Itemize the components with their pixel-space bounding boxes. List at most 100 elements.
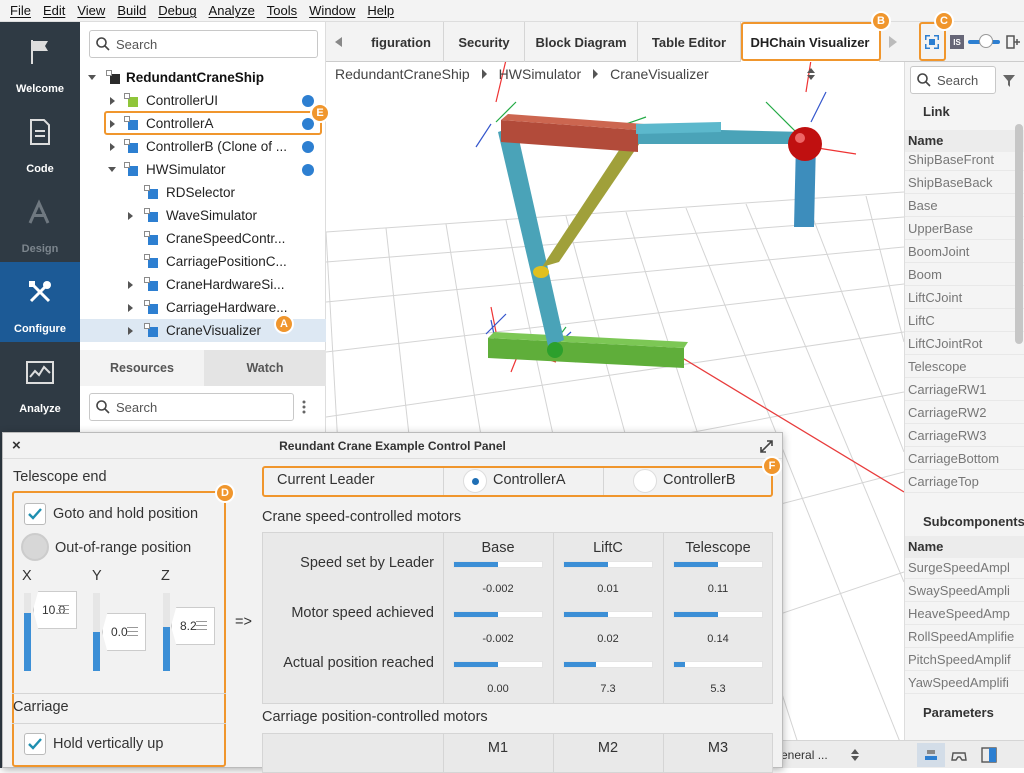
link-row[interactable]: UpperBase — [905, 217, 1024, 240]
subcomponents-section-header[interactable]: Subcomponents — [905, 514, 1024, 529]
link-row[interactable]: LiftCJoint — [905, 286, 1024, 309]
control-panel-title-text: Reundant Crane Example Control Panel — [279, 438, 506, 453]
z-slider[interactable] — [163, 593, 170, 671]
status-bar: eneral ... — [781, 740, 1024, 768]
tree-item-rdselector[interactable]: RDSelector — [80, 181, 326, 204]
filter-icon[interactable] — [1003, 75, 1015, 87]
subcomponent-row[interactable]: SwaySpeedAmpli — [905, 579, 1024, 602]
link-row[interactable]: Boom — [905, 263, 1024, 286]
tree-item-hwsimulator[interactable]: HWSimulator — [80, 158, 326, 181]
split-view-icon[interactable] — [1006, 35, 1020, 49]
subcomponent-row[interactable]: YawSpeedAmplifi — [905, 671, 1024, 694]
tree-item-controllerb[interactable]: ControllerB (Clone of ... — [80, 135, 326, 158]
is-toggle-icon[interactable]: IS — [950, 35, 964, 49]
z-value-box[interactable]: 8.2 — [171, 607, 215, 645]
breadcrumb-item[interactable]: CraneVisualizer — [610, 66, 709, 82]
tree-root[interactable]: RedundantCraneShip — [80, 66, 326, 89]
tab-watch[interactable]: Watch — [204, 350, 326, 386]
hold-vertical-checkbox[interactable] — [24, 733, 46, 755]
link-row[interactable]: ShipBaseBack — [905, 171, 1024, 194]
subcomponent-row[interactable]: RollSpeedAmplifie — [905, 625, 1024, 648]
nav-configure[interactable]: Configure — [0, 262, 80, 342]
leader-radio-controllera[interactable] — [463, 469, 487, 493]
menu-build[interactable]: Build — [117, 3, 146, 18]
chevron-right-icon[interactable] — [889, 36, 897, 48]
panel-layout-icon[interactable] — [981, 747, 997, 763]
subcomponent-row[interactable]: HeaveSpeedAmp — [905, 602, 1024, 625]
chevron-right-icon[interactable] — [128, 304, 133, 312]
dropdown-arrows-icon[interactable] — [851, 749, 859, 761]
subcomponent-row[interactable]: PitchSpeedAmplif — [905, 648, 1024, 671]
nav-analyze[interactable]: Analyze — [0, 342, 80, 422]
chevron-right-icon[interactable] — [128, 327, 133, 335]
value-bar — [673, 611, 763, 618]
chevron-down-icon[interactable] — [88, 75, 96, 80]
tab-block-diagram[interactable]: Block Diagram — [525, 22, 638, 62]
layout-toggle-button[interactable] — [917, 743, 945, 767]
x-slider[interactable] — [24, 593, 31, 671]
menu-window[interactable]: Window — [309, 3, 355, 18]
chevron-right-icon[interactable] — [128, 281, 133, 289]
link-row[interactable]: BoomJoint — [905, 240, 1024, 263]
chevron-right-icon[interactable] — [128, 212, 133, 220]
goto-hold-label: Goto and hold position — [53, 506, 199, 522]
y-slider[interactable] — [93, 593, 100, 671]
menu-debug[interactable]: Debug — [158, 3, 196, 18]
tree-item-cranehardwaresi[interactable]: CraneHardwareSi... — [80, 273, 326, 296]
tree-item-carriagepositionc[interactable]: CarriagePositionC... — [80, 250, 326, 273]
parameters-section-header[interactable]: Parameters — [905, 705, 1024, 720]
tab-resources[interactable]: Resources — [80, 350, 204, 386]
gamepad-icon[interactable] — [951, 747, 967, 763]
tree-item-controllerui[interactable]: ControllerUI — [80, 89, 326, 112]
value-bar — [563, 561, 653, 568]
link-row[interactable]: Telescope — [905, 355, 1024, 378]
tab-configuration[interactable]: figuration — [352, 22, 444, 62]
link-row[interactable]: CarriageBottom — [905, 447, 1024, 470]
y-value-box[interactable]: 0.0 — [102, 613, 146, 651]
link-row[interactable]: LiftCJointRot — [905, 332, 1024, 355]
link-row[interactable]: CarriageRW1 — [905, 378, 1024, 401]
expand-icon[interactable] — [760, 440, 773, 453]
link-row[interactable]: Base — [905, 194, 1024, 217]
link-row[interactable]: LiftC — [905, 309, 1024, 332]
breadcrumb-dropdown-icon[interactable] — [807, 68, 815, 80]
close-icon[interactable]: × — [12, 437, 21, 454]
link-row[interactable]: CarriageTop — [905, 470, 1024, 493]
nav-welcome[interactable]: Welcome — [0, 22, 80, 102]
menu-help[interactable]: Help — [367, 3, 394, 18]
menu-view[interactable]: View — [77, 3, 105, 18]
breadcrumb-item[interactable]: RedundantCraneShip — [335, 66, 470, 82]
chevron-right-icon[interactable] — [110, 97, 115, 105]
leader-radio-controllerb[interactable] — [633, 469, 657, 493]
link-row[interactable]: ShipBaseFront — [905, 148, 1024, 171]
link-row[interactable]: CarriageRW3 — [905, 424, 1024, 447]
properties-search-input[interactable]: Search — [910, 66, 996, 94]
menu-edit[interactable]: Edit — [43, 3, 65, 18]
nav-design[interactable]: Design — [0, 182, 80, 262]
menu-file[interactable]: File — [10, 3, 31, 18]
link-row[interactable]: CarriageRW2 — [905, 401, 1024, 424]
more-vertical-icon[interactable] — [302, 400, 306, 414]
tab-scroll-left-button[interactable] — [326, 22, 352, 62]
out-of-range-radio[interactable] — [21, 533, 49, 561]
nav-configure-label: Configure — [14, 323, 66, 335]
tab-table-editor[interactable]: Table Editor — [638, 22, 741, 62]
chevron-right-icon[interactable] — [110, 143, 115, 151]
tree-item-wavesimulator[interactable]: WaveSimulator — [80, 204, 326, 227]
x-value-box[interactable]: 10.0 — [33, 591, 77, 629]
goto-hold-checkbox[interactable] — [24, 503, 46, 525]
hold-vertical-label: Hold vertically up — [53, 736, 164, 752]
subcomponent-row[interactable]: SurgeSpeedAmpl — [905, 556, 1024, 579]
menu-tools[interactable]: Tools — [267, 3, 297, 18]
zoom-slider-thumb[interactable] — [979, 34, 993, 48]
menu-analyze[interactable]: Analyze — [209, 3, 255, 18]
scrollbar-thumb[interactable] — [1015, 124, 1023, 344]
link-section-header[interactable]: Link — [905, 104, 1024, 119]
tree-item-cranespeedcontr[interactable]: CraneSpeedContr... — [80, 227, 326, 250]
nav-code[interactable]: Code — [0, 102, 80, 182]
tab-security[interactable]: Security — [444, 22, 525, 62]
chevron-down-icon[interactable] — [108, 167, 116, 172]
resources-search-input[interactable]: Search — [89, 393, 294, 421]
tree-search-input[interactable]: Search — [89, 30, 318, 58]
breadcrumb-item[interactable]: HWSimulator — [499, 66, 581, 82]
